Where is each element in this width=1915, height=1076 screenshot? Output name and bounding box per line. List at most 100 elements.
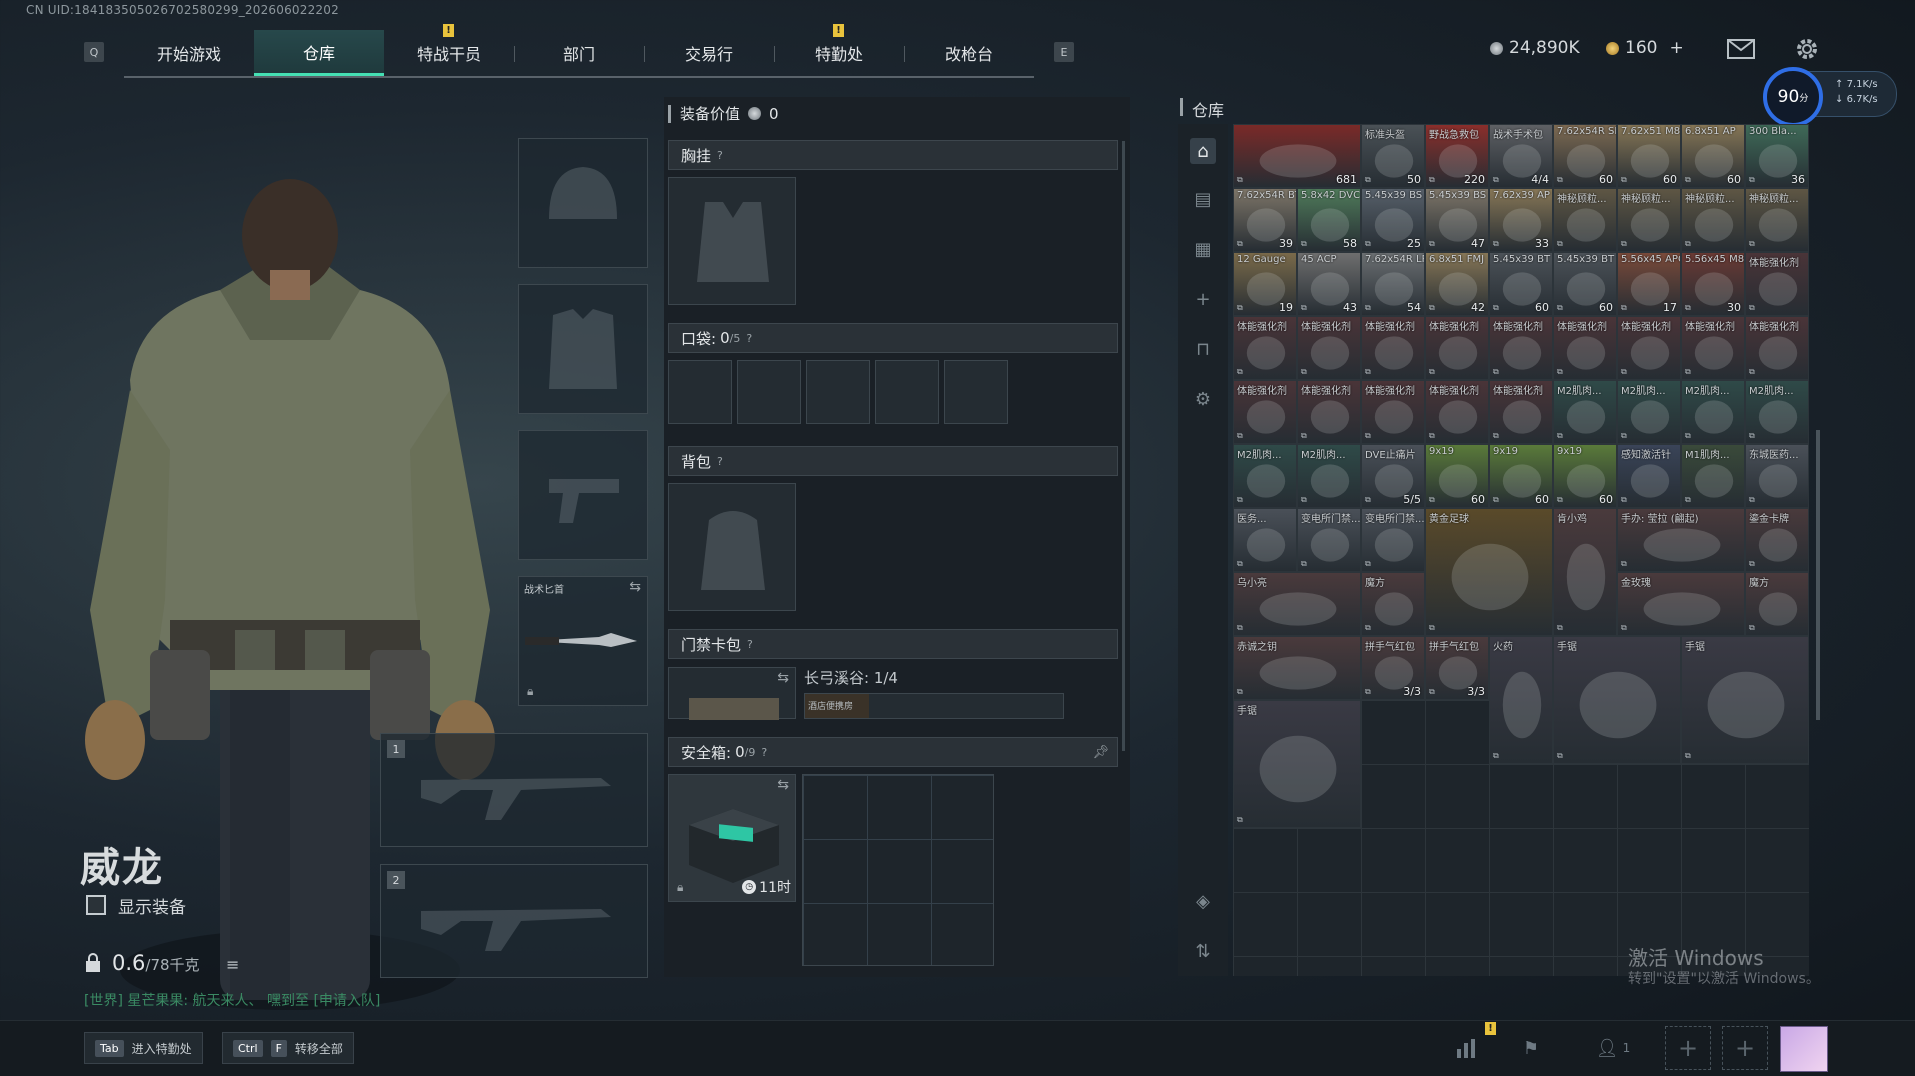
keycard-case-slot[interactable]: ⇆	[668, 667, 796, 720]
warehouse-item[interactable]: M1肌肉... ⧉	[1681, 444, 1745, 508]
loadout-scrollbar[interactable]	[1122, 141, 1125, 751]
warehouse-main-icon[interactable]: ⌂	[1190, 138, 1216, 164]
warehouse-item[interactable]: 赤诚之钥 ⧉	[1233, 636, 1361, 700]
layers-icon[interactable]: ◈	[1190, 888, 1216, 914]
warehouse-item[interactable]: 9x19 60 ⧉	[1425, 444, 1489, 508]
nav-prev-key[interactable]: Q	[84, 42, 104, 62]
warehouse-item[interactable]: DVE止痛片 5/5 ⧉	[1361, 444, 1425, 508]
warehouse-item[interactable]: 5.45x39 BS 47 ⧉	[1425, 188, 1489, 252]
swap-icon[interactable]: ⇆	[629, 579, 641, 595]
safe-box-slot[interactable]: ⇆ 🔒︎ ◷ 11时	[668, 774, 796, 902]
tab-warehouse[interactable]: 仓库	[254, 30, 384, 76]
invite-slot-button[interactable]: +	[1722, 1026, 1768, 1070]
warehouse-item[interactable]: 野战急救包 220 ⧉	[1425, 124, 1489, 188]
mail-icon[interactable]	[1727, 39, 1755, 63]
help-icon[interactable]: ?	[717, 149, 723, 162]
invite-slot-button[interactable]: +	[1665, 1026, 1711, 1070]
warehouse-item[interactable]: 体能强化剂 ⧉	[1617, 316, 1681, 380]
transfer-all-button[interactable]: Ctrl F 转移全部	[222, 1032, 354, 1064]
warehouse-item[interactable]: 9x19 60 ⧉	[1553, 444, 1617, 508]
warehouse-item[interactable]: 9x19 60 ⧉	[1489, 444, 1553, 508]
flag-icon[interactable]: ⚑	[1518, 1036, 1544, 1060]
warehouse-item[interactable]: 神秘顾粒... ⧉	[1681, 188, 1745, 252]
warehouse-item[interactable]: M2肌肉... ⧉	[1233, 444, 1297, 508]
melee-slot[interactable]: 战术匕首 ⇆ 🔒︎	[518, 576, 648, 706]
warehouse-item[interactable]: 金玫瑰 ⧉	[1617, 572, 1745, 636]
storage-1-icon[interactable]: ▤	[1190, 186, 1216, 212]
warehouse-item[interactable]: 7.62x39 AP 33 ⧉	[1489, 188, 1553, 252]
warehouse-item[interactable]: 5.56x45 M855A1 30 ⧉	[1681, 252, 1745, 316]
primary-weapon-slot-2[interactable]: 2	[380, 864, 648, 978]
keycard-item[interactable]: 酒店便携房	[805, 694, 869, 718]
warehouse-item[interactable]: 6.8x51 FMJ 42 ⧉	[1425, 252, 1489, 316]
tab-gunsmith[interactable]: 改枪台	[904, 30, 1034, 76]
warehouse-item[interactable]: 医务... ⧉	[1233, 508, 1297, 572]
warehouse-item[interactable]: 手锯 ⧉	[1553, 636, 1681, 764]
warehouse-item[interactable]: 标准头盔 50 ⧉	[1361, 124, 1425, 188]
pocket-slot[interactable]	[944, 360, 1008, 424]
add-storage-icon[interactable]: +	[1190, 286, 1216, 312]
warehouse-item[interactable]: 战术手术包 4/4 ⧉	[1489, 124, 1553, 188]
warehouse-item[interactable]: 体能强化剂 ⧉	[1553, 316, 1617, 380]
help-icon[interactable]: ?	[761, 746, 767, 759]
warehouse-item[interactable]: 手办: 莹拉 (翩起) ⧉	[1617, 508, 1745, 572]
warehouse-item[interactable]: 5.45x39 BT 60 ⧉	[1553, 252, 1617, 316]
warehouse-item[interactable]: 5.56x45 APC 17 ⧉	[1617, 252, 1681, 316]
backpack-slot[interactable]	[668, 483, 796, 611]
stats-chart-icon[interactable]	[1454, 1036, 1480, 1060]
warehouse-item[interactable]: 5.45x39 BS 25 ⧉	[1361, 188, 1425, 252]
warehouse-item[interactable]: 感知激活针 ⧉	[1617, 444, 1681, 508]
warehouse-item[interactable]: 681 ⧉	[1233, 124, 1361, 188]
sort-icon[interactable]: ⇅	[1190, 938, 1216, 964]
chest-rig-slot[interactable]	[668, 177, 796, 305]
warehouse-item[interactable]: 黄金足球 ⧉	[1425, 508, 1553, 636]
warehouse-item[interactable]: 12 Gauge 19 ⧉	[1233, 252, 1297, 316]
warehouse-item[interactable]: M2肌肉... ⧉	[1681, 380, 1745, 444]
warehouse-item[interactable]: 45 ACP 43 ⧉	[1297, 252, 1361, 316]
add-gold-button[interactable]: +	[1669, 38, 1683, 58]
pocket-slot[interactable]	[806, 360, 870, 424]
warehouse-grid[interactable]: 681 ⧉ 标准头盔 50 ⧉ 野战急救包 220 ⧉ 战术手术包 4/4 ⧉ 7.62x54R SN…	[1233, 124, 1809, 976]
warehouse-item[interactable]: 体能强化剂 ⧉	[1297, 316, 1361, 380]
warehouse-item[interactable]: 体能强化剂 ⧉	[1425, 316, 1489, 380]
pocket-slot[interactable]	[737, 360, 801, 424]
pin-icon[interactable]: 📌︎	[1092, 745, 1109, 760]
warehouse-item[interactable]: 神秘顾粒... ⧉	[1553, 188, 1617, 252]
warehouse-item[interactable]: M2肌肉... ⧉	[1745, 380, 1809, 444]
warehouse-item[interactable]: 肯小鸡 ⧉	[1553, 508, 1617, 636]
pocket-slot[interactable]	[875, 360, 939, 424]
swap-icon[interactable]: ⇆	[777, 670, 789, 686]
warehouse-item[interactable]: 乌小亮 ⧉	[1233, 572, 1361, 636]
team-icon[interactable]: 👤︎ 1	[1590, 1036, 1636, 1060]
warehouse-item[interactable]: 体能强化剂 ⧉	[1361, 316, 1425, 380]
warehouse-item[interactable]: 体能强化剂 ⧉	[1233, 380, 1297, 444]
warehouse-item[interactable]: 体能强化剂 ⧉	[1745, 316, 1809, 380]
warehouse-item[interactable]: 魔方 ⧉	[1745, 572, 1809, 636]
warehouse-item[interactable]: M2肌肉... ⧉	[1617, 380, 1681, 444]
warehouse-item[interactable]: 体能强化剂 ⧉	[1297, 380, 1361, 444]
warehouse-item[interactable]: 手锯 ⧉	[1233, 700, 1361, 828]
lock-icon[interactable]: ⊓	[1190, 336, 1216, 362]
tab-trade[interactable]: 交易行	[644, 30, 774, 76]
warehouse-item[interactable]: 5.45x39 BT 60 ⧉	[1489, 252, 1553, 316]
warehouse-item[interactable]: 拼手气红包 3/3 ⧉	[1361, 636, 1425, 700]
warehouse-item[interactable]: 体能强化剂 ⧉	[1681, 316, 1745, 380]
helmet-slot[interactable]	[518, 138, 648, 268]
warehouse-item[interactable]: 7.62x54R LPS 54 ⧉	[1361, 252, 1425, 316]
warehouse-item[interactable]: M2肌肉... ⧉	[1297, 444, 1361, 508]
warehouse-item[interactable]: 体能强化剂 ⧉	[1425, 380, 1489, 444]
warehouse-item[interactable]: 体能强化剂 ⧉	[1745, 252, 1809, 316]
warehouse-item[interactable]: 拼手气红包 3/3 ⧉	[1425, 636, 1489, 700]
help-icon[interactable]: ?	[717, 455, 723, 468]
warehouse-item[interactable]: 6.8x51 AP 60 ⧉	[1681, 124, 1745, 188]
warehouse-item[interactable]: 体能强化剂 ⧉	[1489, 380, 1553, 444]
primary-weapon-slot-1[interactable]: 1	[380, 733, 648, 847]
settings-gear-icon[interactable]	[1793, 35, 1821, 67]
tab-department[interactable]: 部门	[514, 30, 644, 76]
safe-box-grid[interactable]	[802, 774, 994, 966]
tab-start-game[interactable]: 开始游戏	[124, 30, 254, 76]
warehouse-scrollbar[interactable]	[1816, 430, 1820, 720]
warehouse-item[interactable]: M2肌肉... ⧉	[1553, 380, 1617, 444]
warehouse-item[interactable]: 7.62x54R BT 39 ⧉	[1233, 188, 1297, 252]
storage-2-icon[interactable]: ▦	[1190, 236, 1216, 262]
